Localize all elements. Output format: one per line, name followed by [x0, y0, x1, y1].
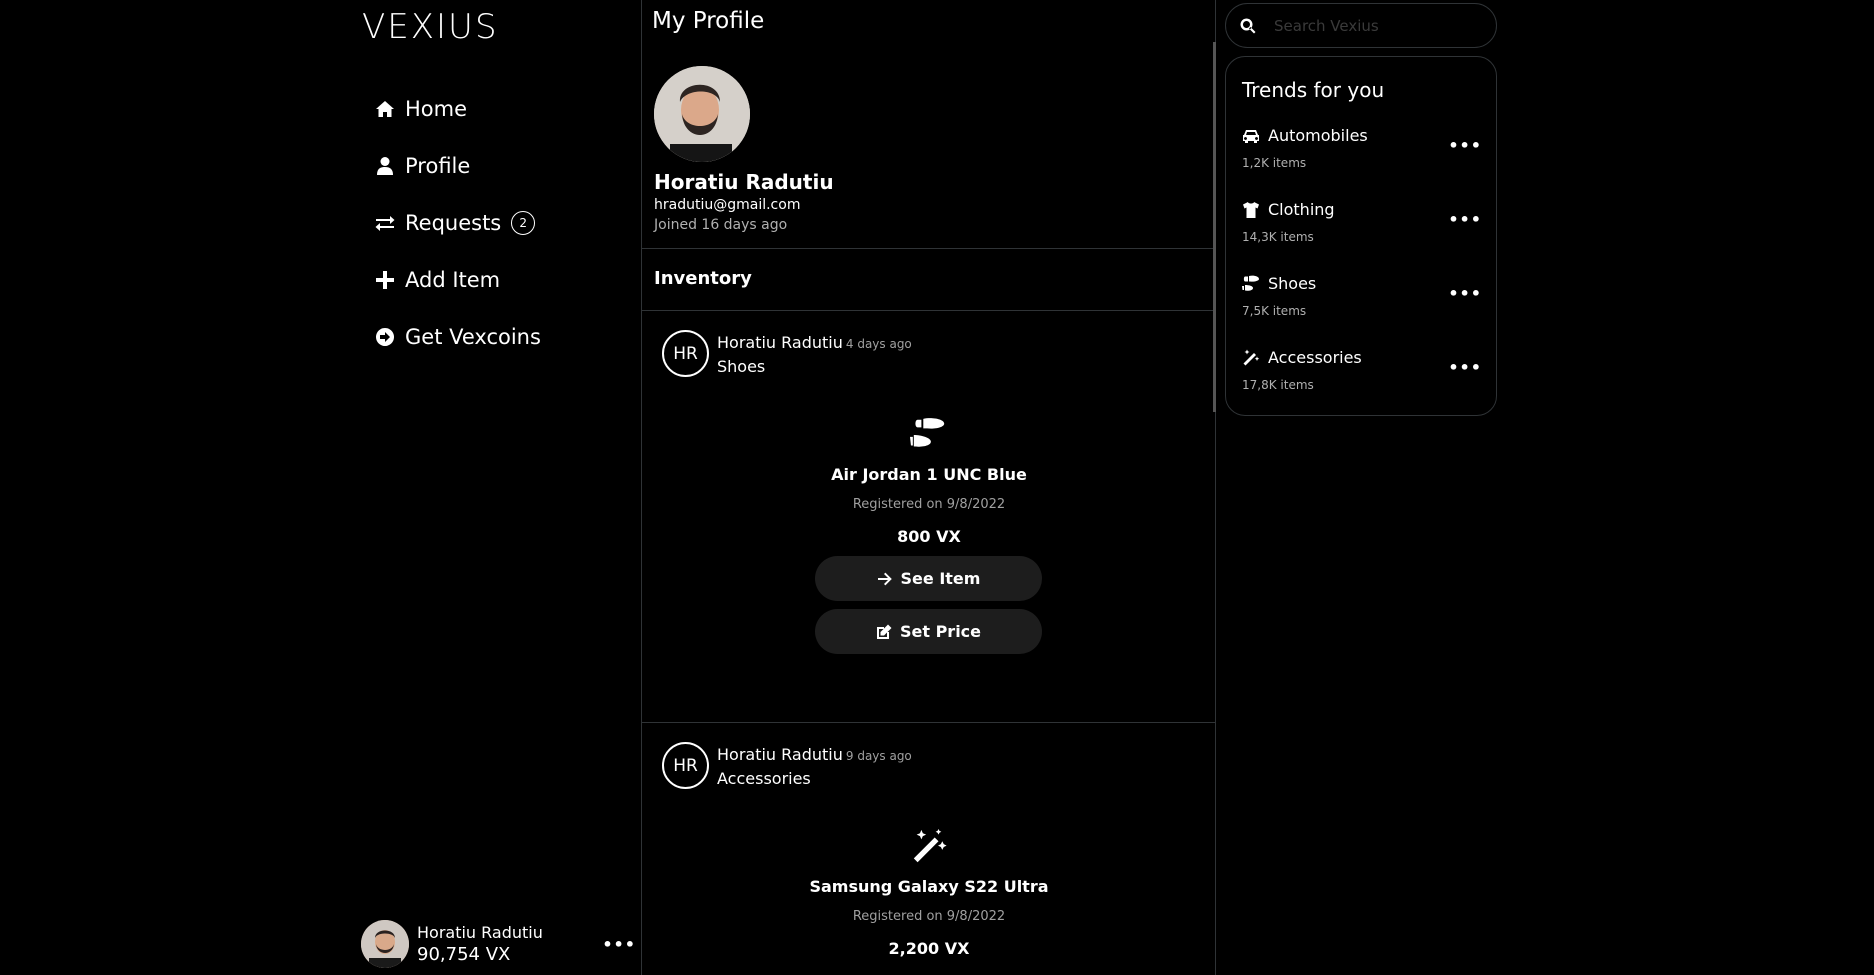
- more-options-icon[interactable]: •••: [1448, 136, 1482, 155]
- post-category: Shoes: [717, 357, 766, 376]
- arrow-right-icon: [877, 572, 892, 585]
- magic-wand-icon: [909, 827, 949, 867]
- search-box[interactable]: [1225, 3, 1497, 48]
- shoe-prints-icon: [1242, 275, 1259, 291]
- scrollbar[interactable]: [1213, 42, 1216, 412]
- see-item-button[interactable]: See Item: [815, 556, 1042, 601]
- item-price: 800 VX: [897, 527, 961, 546]
- more-options-icon[interactable]: •••: [1448, 210, 1482, 229]
- trend-item-automobiles[interactable]: Automobiles 1,2K items •••: [1242, 126, 1482, 186]
- trends-heading: Trends for you: [1242, 78, 1385, 102]
- nav-item-home[interactable]: Home: [375, 80, 541, 137]
- post-timestamp: 4 days ago: [845, 337, 912, 351]
- page-title: My Profile: [652, 8, 765, 34]
- trend-label: Automobiles: [1268, 126, 1368, 145]
- shoe-prints-icon: [909, 415, 949, 455]
- see-item-label: See Item: [900, 569, 981, 588]
- account-balance: 90,754 VX: [417, 944, 511, 965]
- nav-item-label: Get Vexcoins: [405, 324, 541, 349]
- post-category: Accessories: [717, 769, 811, 788]
- search-input[interactable]: [1274, 16, 1474, 35]
- main-nav: Home Profile Requests 2 Add Item Get Vex…: [375, 80, 541, 365]
- tshirt-icon: [1243, 201, 1259, 218]
- trend-label: Clothing: [1268, 200, 1335, 219]
- account-name: Horatiu Radutiu: [417, 923, 543, 942]
- item-price: 2,200 VX: [888, 939, 970, 958]
- nav-item-label: Profile: [405, 153, 471, 178]
- nav-item-add-item[interactable]: Add Item: [375, 251, 541, 308]
- trend-count: 17,8K items: [1242, 378, 1314, 392]
- arrow-circle-right-icon: [375, 327, 395, 347]
- trend-count: 1,2K items: [1242, 156, 1307, 170]
- trend-label: Shoes: [1268, 274, 1317, 293]
- nav-item-requests[interactable]: Requests 2: [375, 194, 541, 251]
- nav-item-label: Home: [405, 96, 468, 121]
- more-options-icon[interactable]: •••: [602, 935, 636, 954]
- inventory-post: HR Horatiu Radutiu 9 days ago Accessories…: [642, 723, 1215, 975]
- magic-wand-icon: [1243, 349, 1260, 365]
- item-registered-date: Registered on 9/8/2022: [852, 909, 1006, 924]
- edit-icon: [876, 624, 892, 639]
- inventory-heading: Inventory: [654, 268, 752, 289]
- item-name: Samsung Galaxy S22 Ultra: [809, 877, 1049, 896]
- trend-item-clothing[interactable]: Clothing 14,3K items •••: [1242, 200, 1482, 260]
- item-name: Air Jordan 1 UNC Blue: [831, 465, 1027, 484]
- user-initials-avatar[interactable]: HR: [662, 742, 709, 789]
- trends-panel: Trends for you Automobiles 1,2K items ••…: [1225, 56, 1497, 416]
- trend-label: Accessories: [1268, 348, 1362, 367]
- more-options-icon[interactable]: •••: [1448, 358, 1482, 377]
- plus-icon: [375, 270, 395, 290]
- post-user-name[interactable]: Horatiu Radutiu: [717, 745, 843, 764]
- post-user-name[interactable]: Horatiu Radutiu: [717, 333, 843, 352]
- post-header: Horatiu Radutiu 4 days ago: [717, 333, 912, 352]
- user-icon: [375, 156, 395, 176]
- main-content: My Profile Horatiu Radutiu hradutiu@gmai…: [642, 0, 1216, 975]
- user-initials-avatar[interactable]: HR: [662, 330, 709, 377]
- set-price-label: Set Price: [899, 622, 982, 641]
- app-logo[interactable]: VEXIUS: [362, 7, 499, 47]
- nav-item-get-vexcoins[interactable]: Get Vexcoins: [375, 308, 541, 365]
- requests-count-badge: 2: [511, 210, 536, 235]
- post-timestamp: 9 days ago: [845, 749, 912, 763]
- more-options-icon[interactable]: •••: [1448, 284, 1482, 303]
- nav-item-profile[interactable]: Profile: [375, 137, 541, 194]
- exchange-icon: [375, 213, 395, 233]
- profile-name: Horatiu Radutiu: [654, 170, 834, 194]
- home-icon: [375, 99, 395, 119]
- search-icon: [1240, 18, 1256, 33]
- nav-item-label: Requests: [405, 210, 502, 235]
- set-price-button[interactable]: Set Price: [815, 609, 1042, 654]
- inventory-post: HR Horatiu Radutiu 4 days ago Shoes Air J…: [642, 311, 1215, 723]
- divider: [642, 248, 1215, 249]
- trend-count: 14,3K items: [1242, 230, 1314, 244]
- post-header: Horatiu Radutiu 9 days ago: [717, 745, 912, 764]
- left-sidebar: VEXIUS Home Profile Requests 2 Add Item: [355, 0, 642, 975]
- trend-item-shoes[interactable]: Shoes 7,5K items •••: [1242, 274, 1482, 334]
- item-registered-date: Registered on 9/8/2022: [852, 497, 1006, 512]
- account-switcher[interactable]: Horatiu Radutiu 90,754 VX •••: [361, 918, 636, 970]
- car-icon: [1243, 129, 1259, 143]
- trend-item-accessories[interactable]: Accessories 17,8K items •••: [1242, 348, 1482, 408]
- trend-count: 7,5K items: [1242, 304, 1307, 318]
- avatar: [361, 920, 409, 968]
- nav-item-label: Add Item: [405, 267, 501, 292]
- profile-email: hradutiu@gmail.com: [654, 197, 801, 213]
- profile-avatar: [654, 66, 750, 162]
- profile-joined: Joined 16 days ago: [654, 217, 788, 233]
